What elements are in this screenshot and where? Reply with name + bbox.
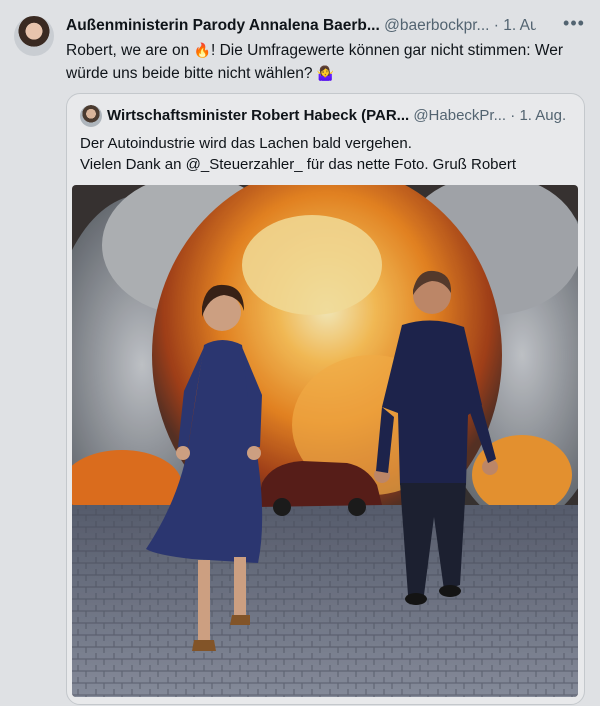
post: Außenministerin Parody Annalena Baerb...… [0,0,600,706]
quoted-post-text: Der Autoindustrie wird das Lachen bald v… [80,133,575,175]
post-header: Außenministerin Parody Annalena Baerb...… [66,15,536,37]
author-handle[interactable]: @baerbockpr... [384,17,489,34]
quoted-post-photo[interactable] [72,185,578,697]
quoted-text-line-2: Vielen Dank an @_Steuerzahler_ für das n… [80,156,517,173]
fire-emoji-icon: 🔥 [193,42,211,58]
author-avatar[interactable] [14,16,54,56]
quoted-author-handle[interactable]: @HabeckPr... [413,107,506,124]
quoted-text-line-1: Der Autoindustrie wird das Lachen bald v… [80,135,412,152]
quoted-separator-dot: · [510,107,516,124]
quoted-post-date[interactable]: 1. Aug. [519,107,566,124]
more-options-icon[interactable]: ••• [560,13,588,37]
shrug-emoji-icon: 🤷‍♀️ [316,65,335,81]
quoted-post-header: Wirtschaftsminister Robert Habeck (PAR..… [107,105,577,127]
quoted-post-card[interactable]: Wirtschaftsminister Robert Habeck (PAR..… [66,93,585,705]
quoted-author-name[interactable]: Wirtschaftsminister Robert Habeck (PAR..… [107,107,409,124]
post-text-part-1: Robert, we are on [66,42,194,59]
author-name[interactable]: Außenministerin Parody Annalena Baerb... [66,17,380,34]
separator-dot: · [493,17,499,34]
post-date[interactable]: 1. Aug. [503,17,536,34]
quoted-author-avatar[interactable] [80,105,102,127]
explosion-scene-image [72,185,578,697]
post-text: Robert, we are on 🔥! Die Umfragewerte kö… [66,39,586,85]
